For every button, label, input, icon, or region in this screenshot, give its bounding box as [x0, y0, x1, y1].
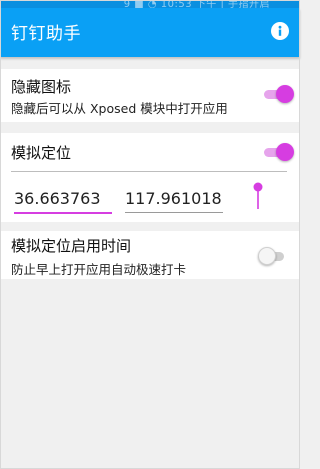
mock-time-subtitle: 防止早上打开应用自动极速打卡 — [11, 262, 187, 277]
location-pin-icon[interactable] — [253, 182, 263, 212]
setting-mock-time[interactable]: 模拟定位启用时间 防止早上打开应用自动极速打卡 — [0, 231, 300, 279]
mock-location-switch[interactable] — [264, 142, 294, 162]
mock-location-title: 模拟定位 — [11, 144, 72, 162]
setting-hide-icon[interactable]: 隐藏图标 隐藏后可以从 Xposed 模块中打开应用 — [0, 69, 300, 122]
hide-icon-switch[interactable] — [264, 84, 294, 104]
mock-time-title: 模拟定位启用时间 — [11, 237, 132, 255]
hide-icon-title: 隐藏图标 — [11, 78, 72, 96]
latitude-underline — [14, 212, 112, 214]
longitude-underline — [125, 212, 223, 213]
setting-mock-location: 模拟定位 — [0, 133, 300, 222]
app-title: 钉钉助手 — [11, 24, 81, 44]
status-bar-text: 9 ■ ◔ 10:53 下午 | 手指开启 — [123, 0, 270, 8]
latitude-input[interactable] — [14, 184, 112, 212]
info-icon[interactable] — [271, 22, 289, 40]
hide-icon-subtitle: 隐藏后可以从 Xposed 模块中打开应用 — [11, 101, 228, 116]
switch-thumb — [276, 143, 294, 161]
switch-thumb — [276, 85, 294, 103]
divider — [11, 171, 287, 172]
app-bar: 钉钉助手 — [0, 8, 300, 57]
mock-time-switch[interactable] — [258, 246, 288, 266]
switch-thumb — [258, 247, 276, 265]
status-bar: 9 ■ ◔ 10:53 下午 | 手指开启 — [0, 0, 300, 8]
longitude-input[interactable] — [125, 184, 223, 212]
